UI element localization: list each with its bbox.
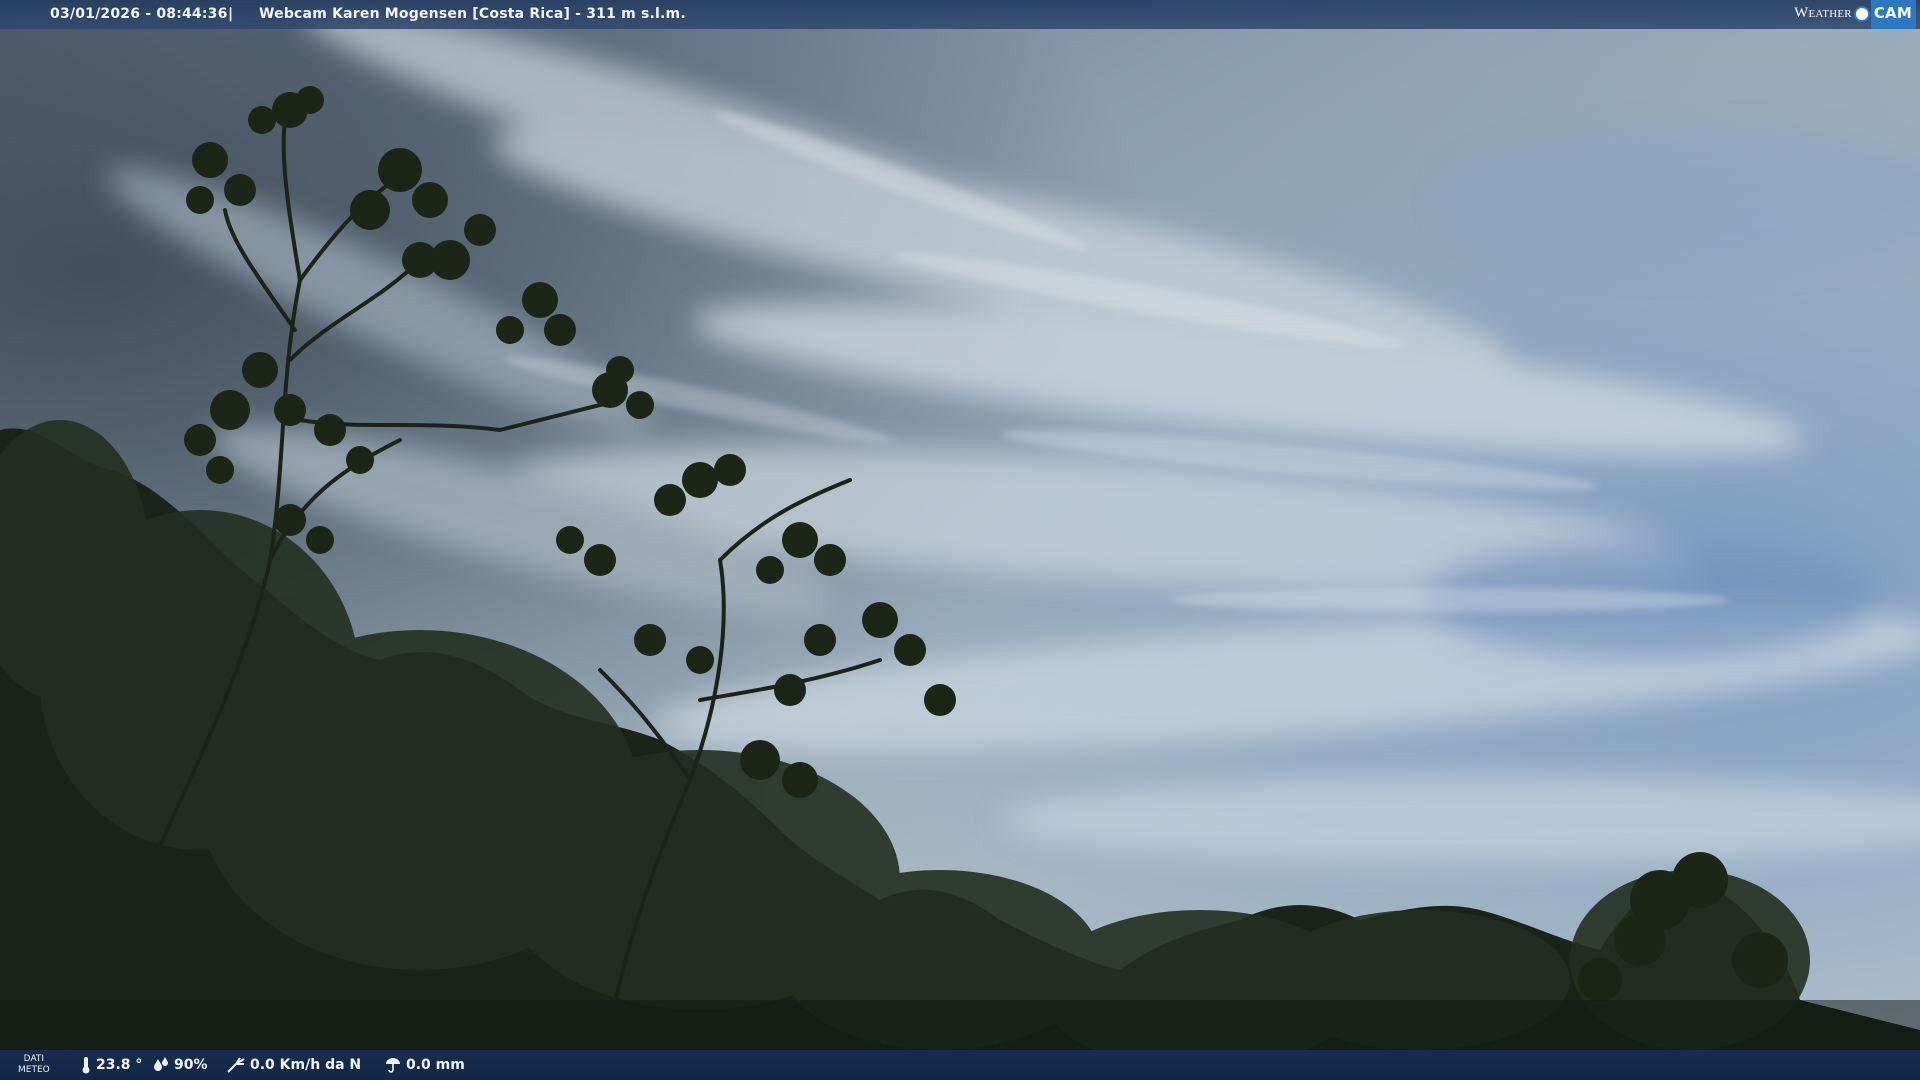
brand-word: Weather	[1794, 5, 1852, 21]
weather-label-line2: METEO	[18, 1065, 50, 1075]
wind-reading: 0.0 Km/h da N	[226, 1056, 361, 1074]
webcam-frame: 03/01/2026 - 08:44:36 | Webcam Karen Mog…	[0, 0, 1920, 1080]
temperature-reading: 23.8 °	[80, 1056, 142, 1074]
rain-gauge-icon	[386, 1058, 400, 1073]
header-separator: |	[228, 6, 234, 22]
temperature-value: 23.8 °	[96, 1057, 143, 1073]
humidity-reading: 90%	[152, 1056, 208, 1074]
webcam-title: Webcam Karen Mogensen [Costa Rica] - 311…	[259, 6, 686, 22]
webcam-image	[0, 0, 1920, 1080]
header-bar: 03/01/2026 - 08:44:36 | Webcam Karen Mog…	[0, 0, 1920, 29]
humidity-value: 90%	[174, 1057, 208, 1073]
brand-cam: CAM	[1870, 0, 1916, 29]
weather-data-bar: DATI METEO 23.8 ° 90% 0.0 Km/h da N 0.0 …	[0, 1050, 1920, 1080]
capture-datetime: 03/01/2026 - 08:44:36	[50, 6, 228, 22]
droplets-icon	[154, 1057, 168, 1071]
thermometer-icon	[82, 1057, 90, 1074]
weathercam-logo: Weather CAM	[1794, 0, 1920, 29]
wind-value: 0.0 Km/h da N	[250, 1057, 362, 1073]
weather-data-label: DATI METEO	[18, 1054, 50, 1076]
wind-icon	[227, 1057, 245, 1073]
rain-value: 0.0 mm	[406, 1057, 465, 1073]
weather-label-line1: DATI	[23, 1054, 45, 1064]
brand-dot-icon	[1853, 5, 1870, 22]
rain-reading: 0.0 mm	[384, 1056, 465, 1074]
